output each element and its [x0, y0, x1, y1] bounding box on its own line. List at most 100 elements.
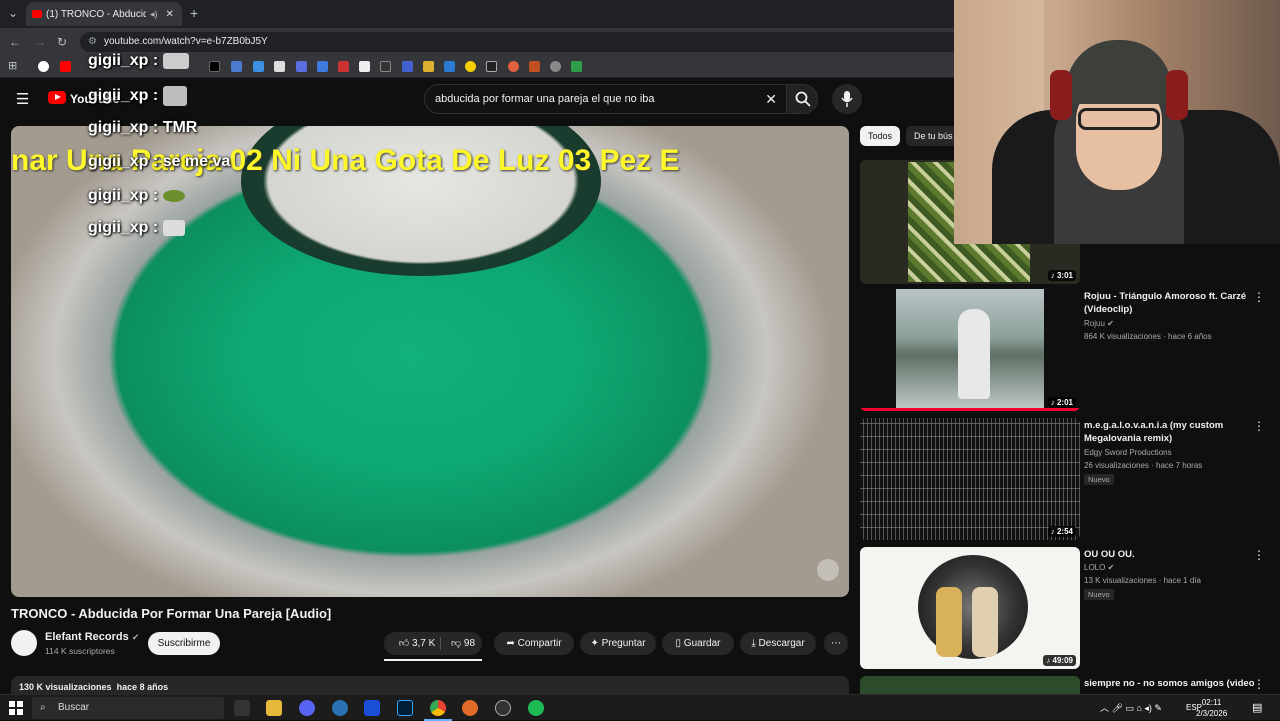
recommendation-item[interactable]: siempre no - no somos amigos (video ⋮	[860, 676, 1280, 694]
download-button[interactable]: ⤓ Descargar	[740, 632, 816, 655]
more-icon[interactable]: ⋮	[1253, 548, 1265, 562]
dislike-button[interactable]: 👎︎ 98	[446, 632, 480, 655]
file-explorer-icon[interactable]	[266, 700, 282, 716]
save-button[interactable]: ▯ Guardar	[662, 632, 734, 655]
taskbar-search-input[interactable]: ⌕ Buscar	[32, 697, 224, 719]
video-thumbnail[interactable]: ♪ 49:09	[860, 547, 1080, 669]
thumbs-down-icon: 👎︎	[450, 638, 462, 649]
bookmark-icon[interactable]	[338, 61, 349, 72]
url-bar[interactable]: ⚙ youtube.com/watch?v=e-b7ZB0bJ5Y	[80, 32, 960, 52]
emote-icon	[162, 52, 189, 69]
back-icon[interactable]: ←	[9, 35, 21, 49]
like-dislike-group: 👍︎ 3,7 K 👎︎ 98	[384, 632, 482, 655]
new-tab-button[interactable]: +	[190, 5, 198, 21]
chip-all[interactable]: Todos	[860, 126, 901, 146]
share-icon: ➦	[506, 638, 515, 649]
steam-icon[interactable]	[332, 700, 348, 716]
search-icon	[795, 91, 811, 107]
speaker-icon[interactable]: ◂)	[150, 9, 158, 20]
photoshop-icon[interactable]	[397, 700, 413, 716]
notifications-icon[interactable]: ▤	[1252, 701, 1262, 714]
channel-watermark-icon[interactable]	[817, 559, 839, 581]
browser-tab[interactable]: (1) TRONCO - Abducida Por Formar Una Par…	[26, 2, 182, 26]
channel-avatar[interactable]	[11, 630, 37, 656]
bookmark-icon[interactable]	[550, 61, 561, 72]
bookmark-icon[interactable]	[359, 61, 370, 72]
spotify-icon[interactable]	[528, 700, 544, 716]
bookmark-icon[interactable]	[486, 61, 497, 72]
windows-start-icon[interactable]	[9, 701, 23, 715]
search-button[interactable]	[786, 84, 818, 114]
system-tray-icons[interactable]: ︿ 🎤︎ ▭ ⌂ ◂) ✎	[1100, 701, 1162, 714]
tab-search-icon[interactable]: ⌄	[8, 6, 18, 20]
video-thumbnail[interactable]	[860, 676, 1080, 694]
bookmark-icon[interactable]	[508, 61, 519, 72]
bookmark-icon[interactable]	[296, 61, 307, 72]
bookmark-icon[interactable]	[571, 61, 582, 72]
more-actions-button[interactable]: ⋯	[824, 632, 848, 655]
subscribe-button[interactable]: Suscribirme	[148, 632, 220, 655]
sparkle-icon: ✦	[590, 638, 599, 649]
bookmark-icon[interactable]	[274, 61, 285, 72]
reload-icon[interactable]: ↻	[57, 35, 67, 49]
channel-name[interactable]: Rojuu ✔	[1084, 319, 1114, 328]
ask-button[interactable]: ✦ Preguntar	[580, 632, 656, 655]
tab-close-icon[interactable]: ✕	[166, 9, 174, 20]
channel-name[interactable]: LOLO ✔	[1084, 563, 1114, 572]
recommendation-item[interactable]: ♪ 2:54 m.e.g.a.l.o.v.a.n.i.a (my custom …	[860, 418, 1280, 542]
search-icon: ⌕	[40, 702, 46, 713]
upload-age: hace 8 años	[116, 682, 169, 692]
recommendation-item[interactable]: ♪ 2:01 Rojuu - Triángulo Amoroso ft. Car…	[860, 289, 1280, 413]
apps-icon[interactable]: ⊞	[8, 59, 17, 72]
video-title[interactable]: OU OU OU.	[1084, 548, 1254, 561]
app-icon[interactable]	[364, 700, 380, 716]
epic-games-icon[interactable]	[234, 700, 250, 716]
person-figure	[958, 309, 990, 399]
video-title[interactable]: Rojuu - Triángulo Amoroso ft. Carzé (Vid…	[1084, 290, 1254, 316]
youtube-favicon-icon	[32, 10, 42, 18]
like-button[interactable]: 👍︎ 3,7 K	[392, 632, 442, 655]
bookmark-icon[interactable]	[423, 61, 434, 72]
bookmark-icon[interactable]	[380, 61, 391, 72]
recommendation-item[interactable]: ♪ 49:09 OU OU OU. LOLO ✔ 13 K visualizac…	[860, 547, 1280, 671]
discord-icon[interactable]	[299, 700, 315, 716]
channel-name[interactable]: Elefant Records ✔	[45, 631, 139, 643]
clear-search-icon[interactable]: ✕	[765, 85, 777, 113]
bookmark-icon[interactable]	[529, 61, 540, 72]
more-icon[interactable]: ⋮	[1253, 290, 1265, 304]
video-thumbnail[interactable]: ♪ 2:54	[860, 418, 1080, 540]
bookmark-icon[interactable]	[317, 61, 328, 72]
youtube-logo-icon[interactable]	[48, 91, 66, 104]
youtube-bookmark-icon[interactable]	[60, 61, 71, 72]
obs-icon[interactable]	[495, 700, 511, 716]
chat-message: gigii_xp :	[88, 86, 187, 106]
tab-title: (1) TRONCO - Abducida Por Formar Una Par…	[46, 8, 146, 20]
forward-icon[interactable]: →	[34, 35, 46, 49]
video-thumbnail[interactable]: ♪ 2:01	[860, 289, 1080, 411]
video-title[interactable]: siempre no - no somos amigos (video	[1084, 677, 1254, 690]
glasses	[1078, 108, 1160, 130]
x-bookmark-icon[interactable]	[209, 61, 220, 72]
chrome-icon[interactable]	[430, 700, 446, 716]
headphones	[1050, 70, 1072, 120]
site-info-icon[interactable]: ⚙	[88, 32, 97, 52]
channel-name[interactable]: Edgy Sword Productions	[1084, 448, 1172, 457]
new-badge: Nuevo	[1084, 474, 1114, 485]
search-input[interactable]: abducida por formar una pareja el que no…	[424, 84, 788, 114]
taskbar-clock[interactable]: 02:11 2/3/2026	[1196, 697, 1227, 719]
more-icon[interactable]: ⋮	[1253, 419, 1265, 433]
menu-icon[interactable]: ☰	[16, 90, 29, 108]
bookmark-icon[interactable]	[465, 61, 476, 72]
verified-icon: ✔	[131, 632, 140, 642]
bookmark-icon[interactable]	[231, 61, 242, 72]
bookmark-icon[interactable]	[402, 61, 413, 72]
bookmark-icon[interactable]	[444, 61, 455, 72]
chip-from-search[interactable]: De tu bús	[906, 126, 961, 146]
more-icon[interactable]: ⋮	[1253, 677, 1265, 691]
voice-search-button[interactable]	[832, 84, 862, 114]
fl-studio-icon[interactable]	[462, 700, 478, 716]
share-button[interactable]: ➦ Compartir	[494, 632, 574, 655]
video-title[interactable]: m.e.g.a.l.o.v.a.n.i.a (my custom Megalov…	[1084, 419, 1254, 445]
bookmark-icon[interactable]	[253, 61, 264, 72]
google-bookmark-icon[interactable]	[38, 61, 49, 72]
